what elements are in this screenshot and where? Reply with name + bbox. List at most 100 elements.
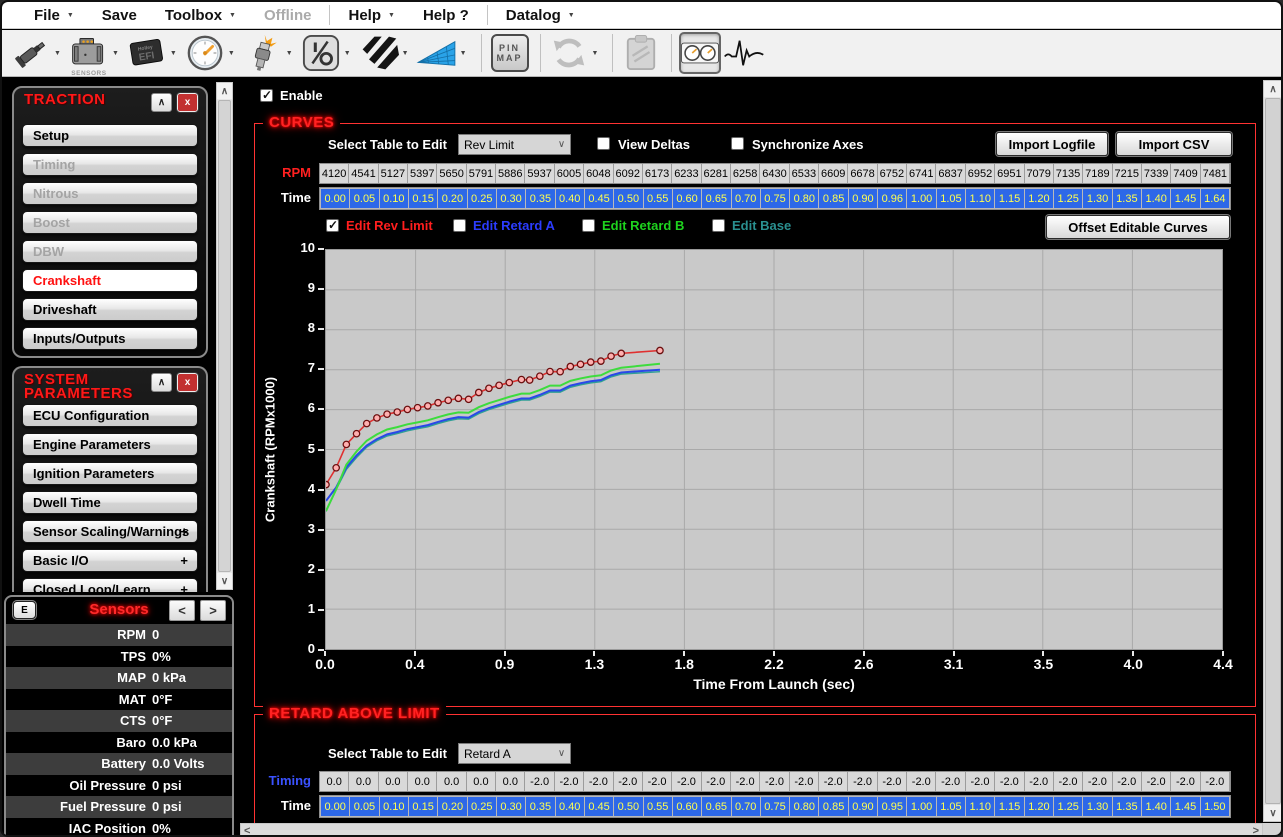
sidebar-item-ignition-parameters[interactable]: Ignition Parameters: [22, 462, 198, 485]
fuel-injector-icon[interactable]: [10, 32, 52, 74]
table-cell[interactable]: 0.0: [437, 772, 466, 791]
table-cell[interactable]: -2.0: [1201, 772, 1230, 791]
sidebar-item-inputs-outputs[interactable]: Inputs/Outputs: [22, 327, 198, 350]
scroll-left-icon[interactable]: <: [244, 825, 250, 837]
table-cell[interactable]: 1.45: [1171, 797, 1199, 816]
menu-item-datalog[interactable]: Datalog▼: [492, 2, 589, 28]
table-cell[interactable]: -2.0: [731, 772, 760, 791]
dropdown-caret-icon[interactable]: ▼: [112, 50, 119, 57]
table-cell[interactable]: -2.0: [760, 772, 789, 791]
table-cell[interactable]: -2.0: [936, 772, 965, 791]
sidebar-item-basic-i-o[interactable]: Basic I/O+: [22, 549, 198, 572]
sidebar-item-driveshaft[interactable]: Driveshaft: [22, 298, 198, 321]
table-cell[interactable]: 0.80: [790, 797, 818, 816]
table-cell[interactable]: 0.0: [467, 772, 496, 791]
dropdown-caret-icon[interactable]: ▼: [344, 50, 351, 57]
table-cell[interactable]: -2.0: [995, 772, 1024, 791]
table-cell[interactable]: 1.30: [1083, 797, 1111, 816]
table-cell[interactable]: -2.0: [555, 772, 584, 791]
table-cell[interactable]: 1.20: [1025, 797, 1053, 816]
menu-item-help[interactable]: Help ?: [409, 2, 483, 28]
sidebar-item-dwell-time[interactable]: Dwell Time: [22, 491, 198, 514]
sidebar-item-timing[interactable]: Timing: [22, 153, 198, 176]
table-cell[interactable]: 1.10: [966, 797, 994, 816]
dropdown-caret-icon[interactable]: ▼: [228, 50, 235, 57]
dropdown-caret-icon[interactable]: ▼: [54, 50, 61, 57]
table-cell[interactable]: -2.0: [848, 772, 877, 791]
menu-item-toolbox[interactable]: Toolbox▼: [151, 2, 250, 28]
scrollbar-thumb[interactable]: [1265, 98, 1281, 804]
main-horizontal-scrollbar[interactable]: < >: [240, 823, 1263, 837]
table-cell[interactable]: -2.0: [702, 772, 731, 791]
table-cell[interactable]: -2.0: [1054, 772, 1083, 791]
dropdown-caret-icon[interactable]: ▼: [460, 50, 467, 57]
table-cell[interactable]: -2.0: [790, 772, 819, 791]
table-cell[interactable]: 0.00: [321, 797, 349, 816]
table-cell[interactable]: 0.55: [644, 797, 672, 816]
table-cell[interactable]: 1.00: [907, 797, 935, 816]
table-cell[interactable]: -2.0: [1171, 772, 1200, 791]
scroll-up-icon[interactable]: ∧: [217, 83, 232, 99]
table-cell[interactable]: -2.0: [1025, 772, 1054, 791]
table-cell[interactable]: -2.0: [819, 772, 848, 791]
table-cell[interactable]: -2.0: [1083, 772, 1112, 791]
main-vertical-scrollbar[interactable]: ∧ ∨: [1263, 80, 1283, 822]
table-cell[interactable]: 0.70: [732, 797, 760, 816]
sidebar-item-crankshaft[interactable]: Crankshaft: [22, 269, 198, 292]
refresh-icon[interactable]: [548, 32, 590, 74]
mesh-cone-icon[interactable]: [416, 32, 458, 74]
chevron-left-icon[interactable]: <: [169, 600, 195, 621]
sidebar-item-setup[interactable]: Setup: [22, 124, 198, 147]
table-cell[interactable]: 0.90: [849, 797, 877, 816]
table-cell[interactable]: 0.0: [320, 772, 349, 791]
dropdown-caret-icon[interactable]: ▼: [286, 50, 293, 57]
close-button[interactable]: x: [177, 93, 198, 112]
table-cell[interactable]: 0.85: [819, 797, 847, 816]
table-cell[interactable]: 1.40: [1142, 797, 1170, 816]
sensors-module-icon[interactable]: SENSORS: [68, 32, 110, 74]
table-cell[interactable]: 0.0: [349, 772, 378, 791]
menu-item-save[interactable]: Save: [88, 2, 151, 28]
table-cell[interactable]: -2.0: [643, 772, 672, 791]
scroll-down-icon[interactable]: ∨: [1264, 805, 1282, 821]
table-cell[interactable]: -2.0: [878, 772, 907, 791]
table-cell[interactable]: 0.0: [408, 772, 437, 791]
table-cell[interactable]: 0.15: [409, 797, 437, 816]
table-cell[interactable]: 1.50: [1201, 797, 1229, 816]
table-cell[interactable]: 0.20: [438, 797, 466, 816]
table-cell[interactable]: -2.0: [907, 772, 936, 791]
close-button[interactable]: x: [177, 373, 198, 392]
table-cell[interactable]: -2.0: [1142, 772, 1171, 791]
clipboard-icon[interactable]: [620, 32, 662, 74]
table-cell[interactable]: -2.0: [1113, 772, 1142, 791]
table-cell[interactable]: 1.35: [1113, 797, 1141, 816]
table-cell[interactable]: 0.10: [380, 797, 408, 816]
dropdown-caret-icon[interactable]: ▼: [402, 50, 409, 57]
sidebar-item-sensor-scaling-warnings[interactable]: Sensor Scaling/Warnings+: [22, 520, 198, 543]
table-cell[interactable]: 0.75: [761, 797, 789, 816]
scroll-up-icon[interactable]: ∧: [1264, 81, 1282, 97]
sidebar-scrollbar[interactable]: ∧ ∨: [216, 82, 233, 590]
table-cell[interactable]: 0.35: [526, 797, 554, 816]
enable-checkbox[interactable]: [260, 89, 273, 102]
sidebar-item-ecu-configuration[interactable]: ECU Configuration: [22, 404, 198, 427]
table-cell[interactable]: 0.40: [556, 797, 584, 816]
table-cell[interactable]: 0.0: [379, 772, 408, 791]
tire-tread-icon[interactable]: [358, 32, 400, 74]
menu-item-offline[interactable]: Offline: [250, 2, 326, 28]
sidebar-item-boost[interactable]: Boost: [22, 211, 198, 234]
collapse-button[interactable]: ∧: [151, 373, 172, 392]
menu-item-help[interactable]: Help▼: [334, 2, 408, 28]
sidebar-item-dbw[interactable]: DBW: [22, 240, 198, 263]
retard-table-select-dropdown[interactable]: Retard A ∨: [458, 743, 571, 764]
table-cell[interactable]: 0.30: [497, 797, 525, 816]
table-cell[interactable]: 0.65: [702, 797, 730, 816]
collapse-button[interactable]: ∧: [151, 93, 172, 112]
table-cell[interactable]: 1.25: [1054, 797, 1082, 816]
menu-item-file[interactable]: File▼: [20, 2, 88, 28]
pin-map-icon[interactable]: PINMAP: [489, 32, 531, 74]
spark-plug-icon[interactable]: [242, 32, 284, 74]
efi-box-icon[interactable]: HolleyEFI: [126, 32, 168, 74]
table-cell[interactable]: -2.0: [614, 772, 643, 791]
table-cell[interactable]: 0.50: [614, 797, 642, 816]
